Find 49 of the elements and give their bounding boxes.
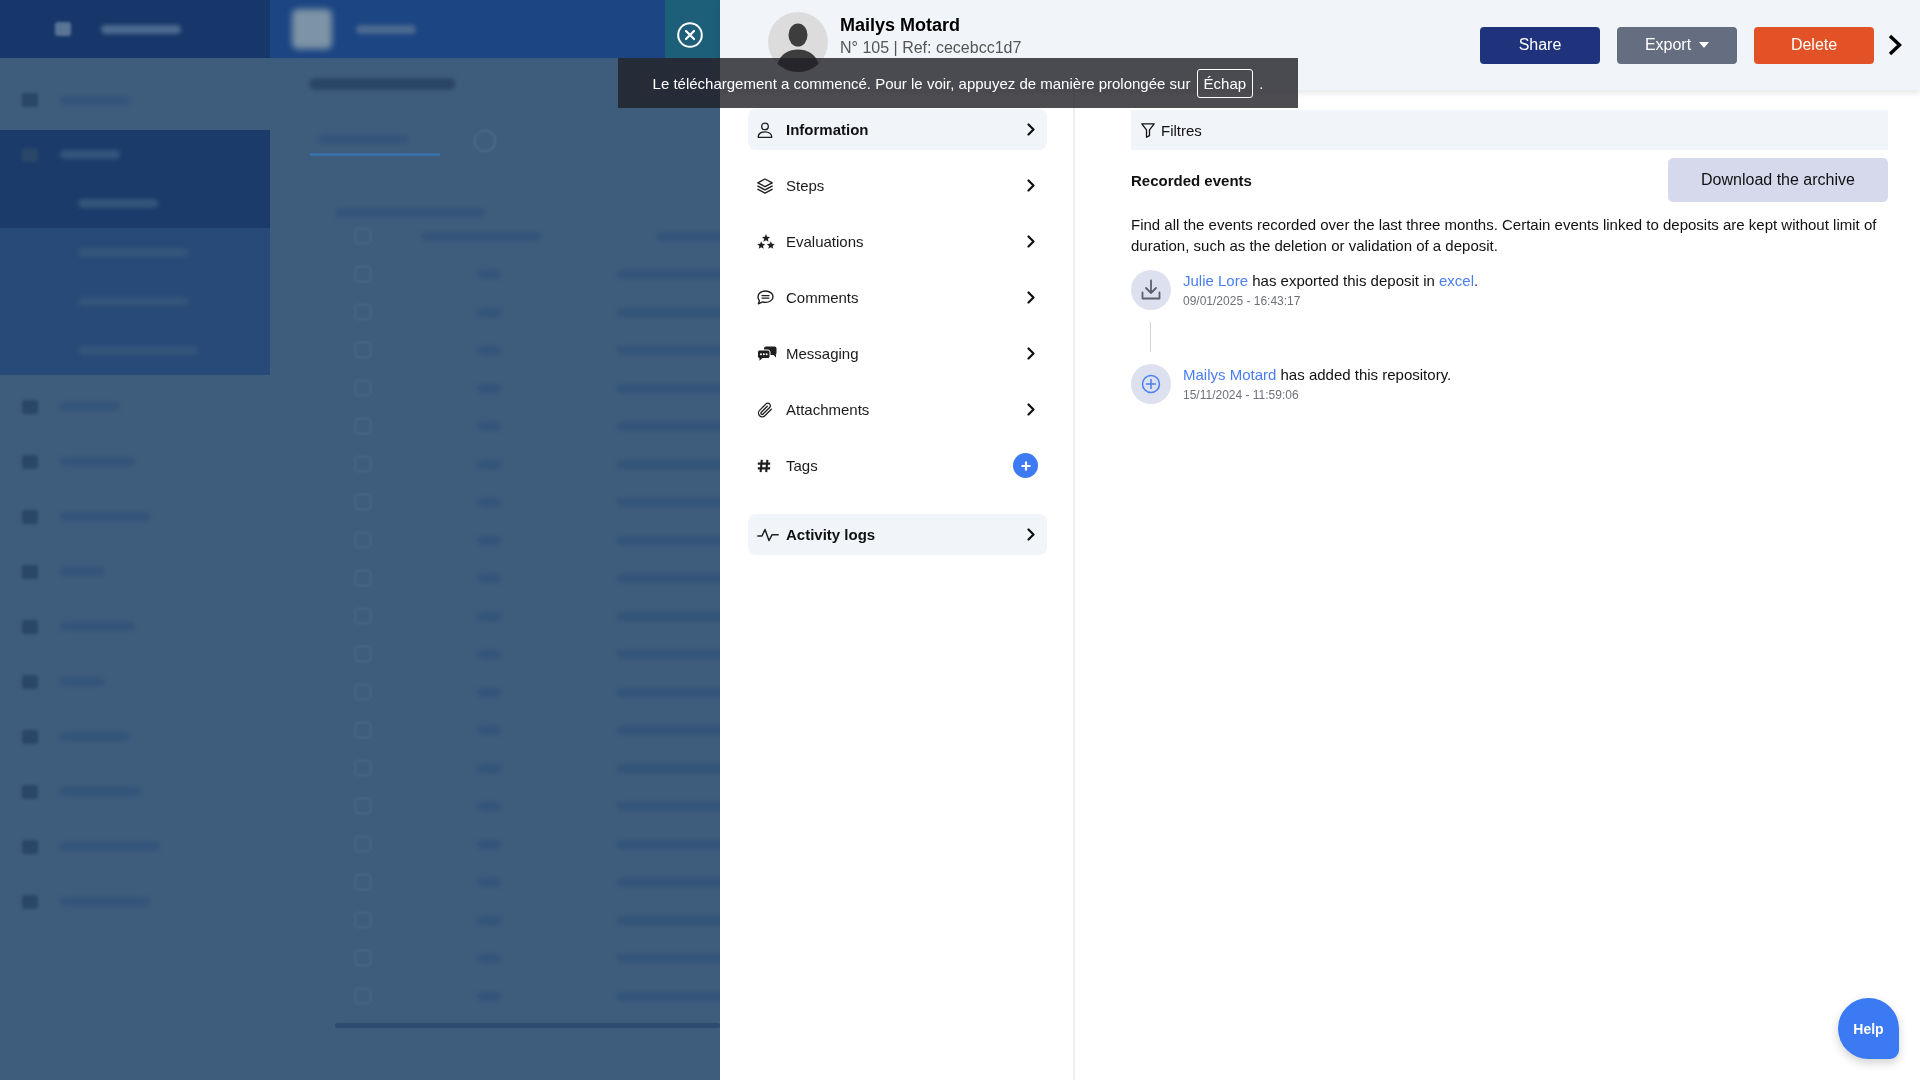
primary-button[interactable]: Share [1480,26,1600,64]
chevron-right-icon [1027,123,1035,136]
format-link[interactable]: excel [1439,272,1475,289]
event-timestamp: 09/01/2025 - 16:43:17 [1183,293,1302,309]
menu-item[interactable]: Information [748,109,1047,150]
plus-circle-icon [1131,364,1171,404]
chevron-right-icon [1027,347,1035,360]
download-archive-button[interactable]: Download the archive [1668,158,1888,202]
speech-bubble-icon [757,290,774,305]
filters-toggle[interactable]: Filtres [1131,110,1888,150]
hash-icon [757,458,771,473]
event-description: Julie Lore has exported this deposit in excel. [1183,271,1479,291]
chevron-right-icon [1027,179,1035,192]
chevron-right-icon [1027,235,1035,248]
chevron-right-icon [1027,528,1035,541]
download-icon [1131,270,1171,310]
menu-item[interactable]: Tags [748,445,1047,486]
add-button[interactable] [1013,453,1038,478]
pulse-icon [757,527,779,542]
section-title: Recorded events [1131,171,1252,189]
caret-icon [1699,42,1710,48]
event-description: Mailys Motard has added this repository. [1183,365,1452,385]
menu-item[interactable]: Attachments [748,389,1047,430]
menu-item[interactable]: Comments [748,277,1047,318]
close-icon[interactable] [677,22,703,48]
menu-item[interactable]: Evaluations [748,221,1047,262]
danger-button[interactable]: Delete [1754,26,1874,64]
event-timestamp: 15/11/2024 - 11:59:06 [1183,387,1300,403]
timeline-connector [1150,322,1151,352]
menu-item[interactable]: Steps [748,165,1047,206]
dropdown-button[interactable]: Export [1617,26,1737,64]
reference-text: N° 105 | Ref: cecebcc1d7 [840,38,1022,57]
user-link[interactable]: Mailys Motard [1183,366,1277,383]
person-icon [757,121,773,138]
stars-icon [757,233,775,250]
chevron-right-icon [1027,403,1035,416]
menu-item[interactable]: Activity logs [748,514,1047,555]
filter-icon [1141,122,1155,138]
chevron-right-icon[interactable] [1887,33,1903,57]
layers-icon [757,177,773,194]
menu-item[interactable]: Messaging [748,333,1047,374]
user-link[interactable]: Julie Lore [1183,272,1249,289]
chevron-right-icon [1027,291,1035,304]
person-name: Mailys Motard [840,14,962,36]
plus-icon [1020,460,1031,471]
keyboard-key: Échap [1196,68,1254,98]
chat-bubbles-icon [757,346,777,361]
description-text: Find all the events recorded over the last three months. Certain events linked to deposits are kept without limit of duration, such as the deletion or validation of a deposit. [1131,215,1878,256]
paperclip-icon [757,401,773,418]
